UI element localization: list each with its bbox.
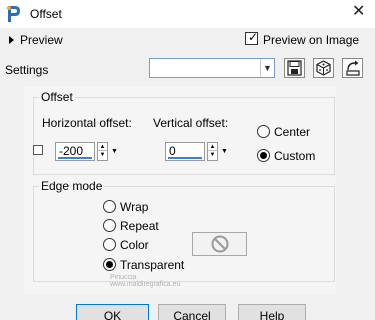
- checkmark-icon: ✓: [248, 30, 259, 44]
- randomize-button[interactable]: [313, 58, 334, 78]
- no-color-icon: [211, 235, 229, 253]
- dice-icon: [316, 60, 331, 76]
- paintshop-app-icon: [6, 4, 22, 24]
- ok-button[interactable]: OK: [76, 304, 149, 320]
- custom-radio-label[interactable]: Custom: [274, 149, 315, 163]
- horizontal-offset-input[interactable]: -200: [55, 142, 95, 161]
- custom-radio[interactable]: [257, 149, 270, 162]
- vertical-offset-spinner[interactable]: ▲ ▼: [207, 142, 218, 161]
- help-button[interactable]: Help: [238, 304, 306, 320]
- transparent-radio-label[interactable]: Transparent: [120, 258, 184, 272]
- wrap-radio[interactable]: [103, 200, 116, 213]
- preview-on-image-label[interactable]: Preview on Image: [263, 33, 359, 47]
- horizontal-offset-value: -200: [59, 144, 84, 158]
- color-radio-label[interactable]: Color: [120, 238, 149, 252]
- window-title: Offset: [30, 7, 62, 21]
- spin-up-icon[interactable]: ▲: [98, 143, 107, 151]
- input-underline: [58, 157, 92, 159]
- vertical-offset-label: Vertical offset:: [153, 116, 229, 130]
- settings-label: Settings: [5, 63, 49, 77]
- spin-down-icon[interactable]: ▼: [98, 151, 107, 159]
- close-icon[interactable]: ✕: [352, 4, 365, 20]
- wrap-radio-label[interactable]: Wrap: [120, 200, 148, 214]
- vertical-offset-slider-icon[interactable]: ▼: [221, 142, 228, 161]
- radio-dot: [260, 152, 267, 159]
- floppy-disk-icon: [287, 60, 302, 76]
- spin-down-icon[interactable]: ▼: [208, 151, 217, 159]
- vertical-offset-value: 0: [169, 144, 176, 158]
- cancel-button[interactable]: Cancel: [158, 304, 226, 320]
- preview-on-image-checkbox[interactable]: ✓: [245, 30, 259, 45]
- horizontal-offset-label: Horizontal offset:: [42, 116, 132, 130]
- spin-up-icon[interactable]: ▲: [208, 143, 217, 151]
- watermark-logo: Pinuccia www.maldiregrafica.eu: [78, 274, 228, 296]
- preview-expand-arrow-icon[interactable]: [9, 36, 14, 44]
- input-underline: [168, 157, 202, 159]
- horizontal-offset-spinner[interactable]: ▲ ▼: [97, 142, 108, 161]
- color-radio[interactable]: [103, 238, 116, 251]
- center-radio-label[interactable]: Center: [274, 125, 310, 139]
- preview-toggle-label[interactable]: Preview: [20, 33, 63, 47]
- reset-arrow-icon: [346, 60, 360, 76]
- watermark-line-2: www.maldiregrafica.eu: [110, 281, 181, 288]
- transparent-radio[interactable]: [103, 258, 116, 271]
- edge-color-swatch[interactable]: [192, 232, 247, 256]
- save-preset-button[interactable]: [284, 58, 305, 78]
- center-radio[interactable]: [257, 125, 270, 138]
- offset-group-title: Offset: [39, 90, 75, 104]
- watermark-line-1: Pinuccia: [110, 274, 137, 281]
- vertical-offset-input[interactable]: 0: [165, 142, 205, 161]
- horizontal-offset-slider-icon[interactable]: ▼: [111, 142, 118, 161]
- edge-mode-group-title: Edge mode: [39, 179, 105, 193]
- repeat-radio-label[interactable]: Repeat: [120, 219, 159, 233]
- settings-dropdown[interactable]: ▼: [149, 58, 275, 78]
- repeat-radio[interactable]: [103, 219, 116, 232]
- chevron-down-icon: ▼: [260, 59, 274, 77]
- radio-dot: [106, 261, 113, 268]
- offset-link-checkbox[interactable]: [33, 145, 43, 155]
- reset-defaults-button[interactable]: [342, 58, 363, 78]
